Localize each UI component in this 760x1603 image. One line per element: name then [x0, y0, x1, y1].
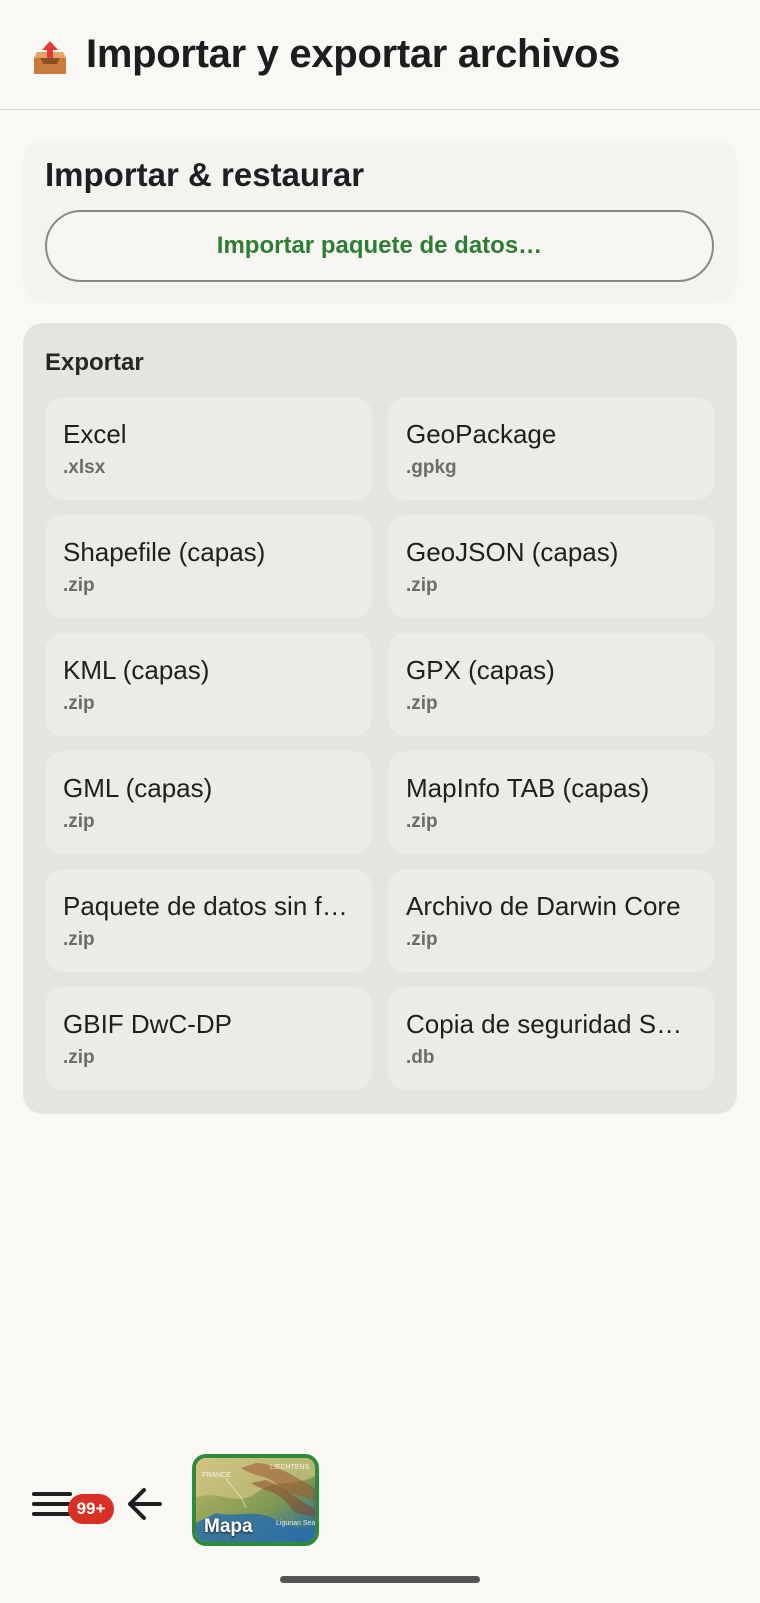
export-kml-button[interactable]: KML (capas) .zip [45, 633, 372, 736]
import-data-package-button[interactable]: Importar paquete de datos… [45, 210, 714, 282]
export-item-name: Shapefile (capas) [63, 537, 266, 567]
export-frictionless-data-package-button[interactable]: Paquete de datos sin fr… .zip [45, 869, 372, 972]
export-shapefile-button[interactable]: Shapefile (capas) .zip [45, 515, 372, 618]
export-item-name: KML (capas) [63, 655, 210, 685]
export-item-extension: .zip [63, 929, 95, 950]
export-item-name: GPX (capas) [406, 655, 555, 685]
export-item-extension: .zip [63, 575, 95, 596]
export-item-extension: .zip [406, 693, 438, 714]
export-item-name: MapInfo TAB (capas) [406, 773, 650, 803]
export-card: Exportar Excel .xlsx GeoPackage .gpkg Sh… [23, 323, 737, 1114]
export-options-grid: Excel .xlsx GeoPackage .gpkg Shapefile (… [45, 397, 715, 1090]
import-section-title: Importar & restaurar [45, 156, 365, 193]
export-geopackage-button[interactable]: GeoPackage .gpkg [388, 397, 715, 500]
export-gbif-dwc-dp-button[interactable]: GBIF DwC-DP .zip [45, 987, 372, 1090]
map-label-france: FRANCE [202, 1472, 231, 1479]
export-item-name: GeoJSON (capas) [406, 537, 619, 567]
export-sqlite-backup-button[interactable]: Copia de seguridad SQ… .db [388, 987, 715, 1090]
export-mapinfo-tab-button[interactable]: MapInfo TAB (capas) .zip [388, 751, 715, 854]
export-item-extension: .gpkg [406, 457, 457, 478]
home-indicator[interactable] [280, 1576, 480, 1583]
export-darwin-core-archive-button[interactable]: Archivo de Darwin Core .zip [388, 869, 715, 972]
export-item-extension: .db [406, 1047, 435, 1068]
export-item-name: Copia de seguridad SQ… [406, 1009, 699, 1039]
export-item-name: Excel [63, 419, 127, 449]
export-item-name: GeoPackage [406, 419, 557, 449]
export-item-extension: .zip [63, 811, 95, 832]
map-thumbnail-label: Mapa [204, 1516, 253, 1537]
map-label-ligurian-sea: Ligurian Sea [276, 1520, 316, 1527]
map-label-liechtenstein: LIECHTENS [270, 1464, 310, 1471]
page-title: Importar y exportar archivos [86, 32, 621, 76]
back-button[interactable] [116, 1470, 180, 1534]
app-header: Importar y exportar archivos [0, 0, 760, 110]
map-thumbnail-button[interactable]: FRANCE LIECHTENS Ligurian Sea Mapa [192, 1454, 319, 1546]
export-item-extension: .zip [406, 929, 438, 950]
export-item-extension: .zip [63, 693, 95, 714]
export-item-name: GML (capas) [63, 773, 213, 803]
export-section-title: Exportar [45, 349, 144, 376]
notification-badge: 99+ [68, 1494, 114, 1524]
menu-button[interactable]: 99+ [22, 1470, 114, 1534]
export-item-extension: .zip [406, 811, 438, 832]
export-item-name: Paquete de datos sin fr… [63, 891, 356, 921]
export-item-extension: .zip [406, 575, 438, 596]
export-item-extension: .zip [63, 1047, 95, 1068]
export-gpx-button[interactable]: GPX (capas) .zip [388, 633, 715, 736]
arrow-left-icon [128, 1488, 162, 1520]
export-item-name: Archivo de Darwin Core [406, 891, 681, 921]
import-restore-card: Importar & restaurar Importar paquete de… [23, 140, 737, 303]
export-item-name: GBIF DwC-DP [63, 1009, 232, 1039]
export-geojson-button[interactable]: GeoJSON (capas) .zip [388, 515, 715, 618]
export-gml-button[interactable]: GML (capas) .zip [45, 751, 372, 854]
outbox-tray-icon [34, 41, 66, 74]
export-item-extension: .xlsx [63, 457, 106, 478]
export-excel-button[interactable]: Excel .xlsx [45, 397, 372, 500]
